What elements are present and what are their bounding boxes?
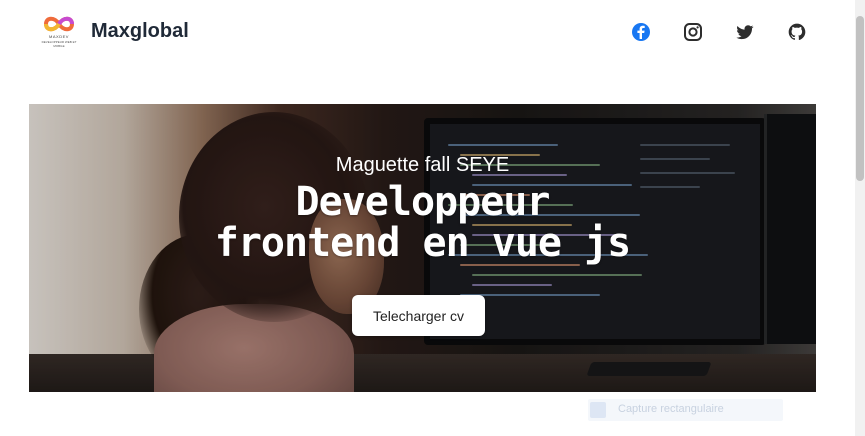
page-scrollbar[interactable]	[855, 0, 865, 436]
download-cv-button[interactable]: Telecharger cv	[352, 295, 485, 336]
capture-label: Capture rectangulaire	[618, 403, 724, 415]
hero-title-line-1: Developpeur	[295, 179, 551, 225]
infinity-logo-icon	[43, 16, 75, 32]
site-header: MAXDEV DEVELOPPEUR WEB ET MOBILE Maxglob…	[0, 0, 855, 64]
capture-toolbar[interactable]: Capture rectangulaire	[588, 399, 783, 421]
facebook-icon	[632, 23, 650, 41]
logo-wordmark: MAXDEV	[49, 34, 69, 39]
github-icon	[788, 23, 806, 41]
brand-name[interactable]: Maxglobal	[91, 20, 189, 43]
facebook-link[interactable]	[631, 22, 651, 42]
hero-title: Developpeur frontend en vue js	[29, 182, 816, 264]
instagram-link[interactable]	[683, 22, 703, 42]
capture-icon	[590, 402, 606, 418]
twitter-icon	[736, 25, 754, 40]
logo-tagline: DEVELOPPEUR WEB ET MOBILE	[41, 40, 77, 48]
brand-logo[interactable]: MAXDEV DEVELOPPEUR WEB ET MOBILE	[38, 14, 80, 54]
hero-subtitle: Maguette fall SEYE	[335, 154, 510, 176]
hero-banner: Maguette fall SEYE Developpeur frontend …	[29, 104, 816, 392]
github-link[interactable]	[787, 22, 807, 42]
hero-title-line-2: frontend en vue js	[214, 220, 631, 266]
twitter-link[interactable]	[735, 22, 755, 42]
instagram-icon	[684, 23, 702, 41]
scrollbar-thumb[interactable]	[856, 16, 864, 181]
